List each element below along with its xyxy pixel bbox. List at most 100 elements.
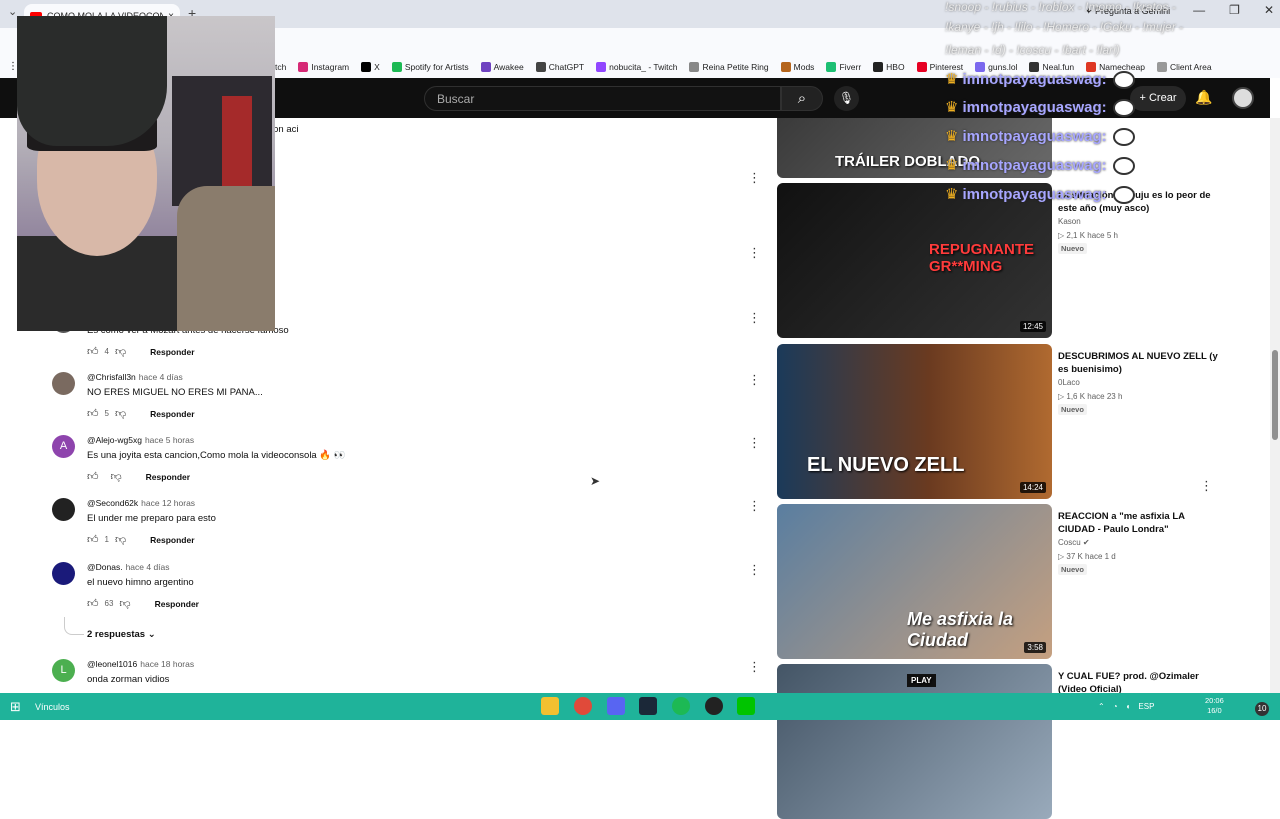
reply-button[interactable]: Responder	[146, 472, 190, 482]
taskbar-clock[interactable]: 20:06 16/0	[1205, 696, 1224, 716]
dislike-icon[interactable]: 👎︎	[115, 345, 126, 358]
discord-icon[interactable]	[607, 697, 625, 715]
notification-badge[interactable]: 10	[1255, 702, 1269, 716]
trollface-emote-icon	[1112, 128, 1135, 147]
bookmark-item[interactable]: Fiverr	[826, 62, 861, 72]
obs-icon[interactable]	[705, 697, 723, 715]
like-icon[interactable]: 👍︎	[87, 597, 99, 610]
bookmark-item[interactable]: HBO	[873, 62, 905, 72]
comment-more-icon[interactable]: ⋮	[748, 372, 761, 388]
related-video-item[interactable]: PLAY Y CUAL FUE? prod. @Ozimaler (Video O…	[777, 664, 1267, 819]
avatar[interactable]: A	[52, 435, 75, 458]
search-icon[interactable]: ⌕	[781, 86, 823, 111]
microphone-icon[interactable]: 🎙	[834, 86, 859, 111]
bookmark-item[interactable]: Mods	[780, 62, 814, 72]
wifi-icon[interactable]: ◔	[1113, 702, 1118, 711]
comment-more-icon[interactable]: ⋮	[748, 310, 761, 326]
bookmark-item[interactable]: X	[361, 62, 380, 72]
comment-header: @leonel1016 hace 18 horas	[87, 659, 194, 669]
comment-author[interactable]: @leonel1016	[87, 659, 137, 669]
comment-more-icon[interactable]: ⋮	[748, 498, 761, 514]
trollface-emote-icon	[1112, 157, 1135, 176]
reply-button[interactable]: Responder	[150, 347, 194, 357]
avatar[interactable]	[52, 498, 75, 521]
overlay-username: imnotpayaguaswag	[962, 99, 1102, 116]
dislike-icon[interactable]: 👎︎	[115, 533, 126, 546]
dislike-icon[interactable]: 👎︎	[115, 407, 126, 420]
spotify-icon[interactable]	[672, 697, 690, 715]
thumbnail-caption: EL NUEVO ZELL	[807, 454, 965, 476]
bookmark-item[interactable]: Spotify for Artists	[391, 62, 469, 72]
comment-more-icon[interactable]: ⋮	[748, 435, 761, 451]
video-more-icon[interactable]: ⋮	[1200, 478, 1213, 494]
video-channel[interactable]: 0Laco	[1058, 378, 1080, 387]
replies-toggle-label: 2 respuestas	[87, 629, 146, 640]
steam-icon[interactable]	[639, 697, 657, 715]
comment-author[interactable]: @Chrisfall3n	[87, 372, 136, 382]
comment-author[interactable]: @Alejo-wg5xg	[87, 435, 142, 445]
video-title[interactable]: REACCION a "me asfixia LA CIUDAD - Paulo…	[1058, 510, 1223, 536]
windows-start-icon[interactable]: ⊞	[10, 699, 21, 715]
like-icon[interactable]: 👍︎	[87, 407, 99, 420]
bookmark-item[interactable]: nobucita_ - Twitch	[596, 62, 677, 72]
bookmark-item[interactable]: Awakee	[480, 62, 524, 72]
bookmark-label: Awakee	[493, 62, 524, 72]
comment-header: @Second62k hace 12 horas	[87, 498, 195, 508]
speaker-icon[interactable]: ◖	[1126, 702, 1131, 711]
crown-icon: ♛	[945, 157, 959, 174]
chevron-up-icon[interactable]: ⌃	[1098, 702, 1105, 711]
replies-toggle[interactable]: 2 respuestas ⌄	[87, 629, 156, 640]
comment-more-icon[interactable]: ⋮	[748, 562, 761, 578]
comment-author[interactable]: @Donas.	[87, 562, 123, 572]
chrome-icon[interactable]	[574, 697, 592, 715]
taskbar-links-label[interactable]: Vínculos	[35, 702, 70, 712]
scrollbar-thumb[interactable]	[1272, 350, 1278, 440]
reply-button[interactable]: Responder	[150, 409, 194, 419]
language-indicator[interactable]: ESP	[1138, 702, 1154, 711]
video-duration: 12:45	[1019, 321, 1046, 332]
avatar[interactable]	[52, 562, 75, 585]
like-icon[interactable]: 👍︎	[87, 533, 99, 546]
app-icon[interactable]	[737, 697, 755, 715]
dislike-icon[interactable]: 👎︎	[111, 470, 122, 483]
dislike-icon[interactable]: 👎︎	[119, 597, 130, 610]
video-thumbnail[interactable]: PLAY	[777, 664, 1052, 819]
reply-button[interactable]: Responder	[155, 599, 199, 609]
bookmark-item[interactable]: ChatGPT	[535, 62, 584, 72]
bookmark-item[interactable]: Instagram	[298, 62, 349, 72]
file-explorer-icon[interactable]	[541, 697, 559, 715]
avatar[interactable]: L	[52, 659, 75, 682]
like-count: 63	[104, 599, 114, 608]
video-stats: ▷ 1,6 K hace 23 h	[1058, 392, 1123, 401]
comment-author[interactable]: @Second62k	[87, 498, 138, 508]
video-thumbnail[interactable]: Me asfixia la Ciudad 3:58	[777, 504, 1052, 659]
thumbnail-caption: REPUGNANTE GR**MING	[929, 241, 1035, 275]
avatar[interactable]	[52, 372, 75, 395]
like-icon[interactable]: 👍︎	[87, 345, 99, 358]
clock-date: 16/0	[1207, 706, 1222, 715]
video-thumbnail[interactable]: EL NUEVO ZELL 14:24	[777, 344, 1052, 499]
search-input[interactable]: Buscar	[424, 86, 781, 111]
overlay-chat-row: ♛ imnotpayaguaswag:	[945, 70, 1135, 90]
comment-time: hace 5 horas	[144, 435, 195, 445]
comment-more-icon[interactable]: ⋮	[748, 170, 761, 186]
video-channel[interactable]: Kason	[1058, 217, 1081, 226]
bookmark-favicon-icon	[916, 62, 927, 72]
comment-more-icon[interactable]: ⋮	[748, 245, 761, 261]
reply-button[interactable]: Responder	[150, 535, 194, 545]
video-channel[interactable]: Coscu ✔	[1058, 538, 1090, 547]
overlay-username: imnotpayaguaswag	[962, 157, 1102, 174]
bookmark-favicon-icon	[391, 62, 402, 72]
tab-search-icon[interactable]: ⌄	[8, 5, 17, 18]
comment-more-icon[interactable]: ⋮	[748, 659, 761, 675]
stream-chat-overlay: !snoop - !rubius - !roblox - !momo - !kr…	[945, 0, 1255, 215]
like-count: 5	[104, 409, 109, 418]
video-title[interactable]: DESCUBRIMOS AL NUEVO ZELL (y es buenisim…	[1058, 350, 1223, 376]
comment-text: NO ERES MIGUEL NO ERES MI PANA...	[87, 387, 263, 398]
like-icon[interactable]: 👍︎	[87, 470, 99, 483]
new-badge: Nuevo	[1058, 404, 1087, 415]
related-video-item[interactable]: EL NUEVO ZELL 14:24 DESCUBRIMOS AL NUEVO Z…	[777, 344, 1267, 499]
related-video-item[interactable]: Me asfixia la Ciudad 3:58 REACCION a "me a…	[777, 504, 1267, 659]
close-window-icon[interactable]: ✕	[1264, 3, 1274, 17]
bookmark-item[interactable]: Reina Petite Ring	[689, 62, 769, 72]
